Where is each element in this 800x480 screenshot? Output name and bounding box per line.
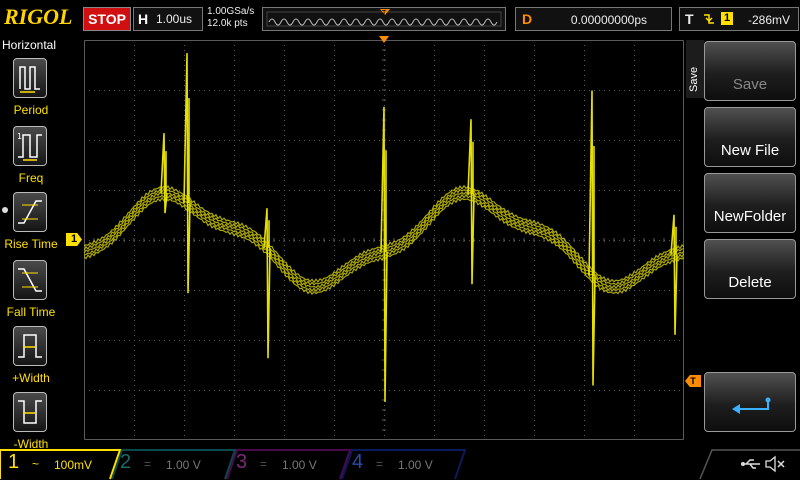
negative-width-icon	[13, 392, 47, 432]
new-file-label: New File	[720, 142, 780, 159]
save-button-label: Save	[732, 76, 768, 93]
ch1-spike	[467, 119, 475, 285]
trigger-box[interactable]: T 1 -286mV	[679, 7, 799, 31]
channel-1-status[interactable]: 1 ~ 100mV	[4, 451, 112, 477]
rise-time-label: Rise Time	[4, 237, 58, 251]
channel-1-coupling: ~	[32, 457, 40, 471]
ch1-spike	[263, 208, 271, 359]
measure-period-button[interactable]: Period	[0, 56, 60, 122]
delete-label: Delete	[728, 274, 772, 291]
measure-rise-time-button[interactable]: Rise Time	[0, 190, 60, 256]
run-stop-indicator[interactable]: STOP	[83, 7, 131, 31]
trigger-position-marker: T	[381, 9, 387, 17]
rise-time-icon	[13, 192, 47, 232]
timebase-box[interactable]: H 1.00us	[133, 7, 203, 31]
channel-3-coupling: =	[260, 457, 268, 471]
delay-value: 0.00000000ps	[570, 13, 647, 27]
speaker-muted-icon	[765, 455, 785, 473]
usb-icon	[741, 459, 760, 469]
delay-label: D	[522, 11, 533, 27]
save-button[interactable]: Save	[704, 41, 796, 101]
channel-3-number: 3	[236, 451, 248, 473]
delay-box[interactable]: D 0.00000000ps	[515, 7, 672, 31]
channel-4-scale: 1.00 V	[398, 458, 433, 472]
fall-time-label: Fall Time	[6, 305, 56, 319]
positive-width-label: +Width	[12, 371, 50, 385]
measure-fall-time-button[interactable]: Fall Time	[0, 258, 60, 324]
waveform-display[interactable]	[84, 40, 684, 440]
memory-overview-waveform: T	[266, 9, 502, 27]
save-menu-tab: Save	[686, 40, 704, 98]
ch1-spike	[670, 214, 678, 335]
save-tab-label: Save	[688, 66, 700, 92]
channel-1-number: 1	[8, 451, 20, 473]
channel-2-number: 2	[120, 451, 132, 473]
channel-2-scale: 1.00 V	[166, 458, 201, 472]
channel-3-scale: 1.00 V	[282, 458, 317, 472]
new-file-button[interactable]: New File	[704, 107, 796, 167]
acquisition-info: 1.00GSa/s 12.0k pts	[207, 6, 254, 30]
trigger-label: T	[685, 11, 694, 27]
frequency-icon: 1	[13, 126, 47, 166]
frequency-label: Freq	[18, 171, 44, 185]
sample-rate: 1.00GSa/s	[207, 6, 255, 17]
channel-2-coupling: =	[144, 457, 152, 471]
channel-1-offset-marker[interactable]: 1	[66, 233, 82, 246]
new-folder-button[interactable]: NewFolder	[704, 173, 796, 233]
delete-button[interactable]: Delete	[704, 239, 796, 299]
ch1-spike	[588, 90, 596, 386]
channel-2-status[interactable]: 2 = 1.00 V	[116, 451, 224, 477]
channel-4-status[interactable]: 4 = 1.00 V	[348, 451, 456, 477]
memory-overview: T	[262, 7, 506, 31]
fall-time-icon	[13, 260, 47, 300]
channel-4-coupling: =	[376, 457, 384, 471]
channel-1-scale: 100mV	[54, 458, 93, 472]
trigger-source-badge: 1	[721, 12, 733, 25]
falling-edge-icon	[704, 14, 714, 24]
timebase-value: 1.00us	[156, 12, 193, 26]
period-icon	[13, 58, 47, 98]
trigger-level-value: -286mV	[747, 13, 790, 27]
new-folder-label: NewFolder	[713, 208, 787, 225]
measure-frequency-button[interactable]: 1 Freq	[0, 124, 60, 190]
positive-width-icon	[13, 326, 47, 366]
measure-positive-width-button[interactable]: +Width	[0, 324, 60, 390]
svg-text:1: 1	[17, 132, 22, 141]
channel-4-number: 4	[352, 451, 364, 473]
left-menu-title: Horizontal	[2, 38, 57, 52]
period-label: Period	[13, 103, 49, 117]
return-button[interactable]	[704, 372, 796, 432]
channel-3-status[interactable]: 3 = 1.00 V	[232, 451, 340, 477]
trigger-position-arrow	[379, 36, 389, 43]
timebase-label: H	[138, 11, 149, 27]
return-icon	[732, 397, 771, 414]
brand-logo: RIGOL	[4, 4, 73, 29]
ch1-spike	[183, 53, 191, 294]
memory-depth: 12.0k pts	[207, 18, 248, 29]
